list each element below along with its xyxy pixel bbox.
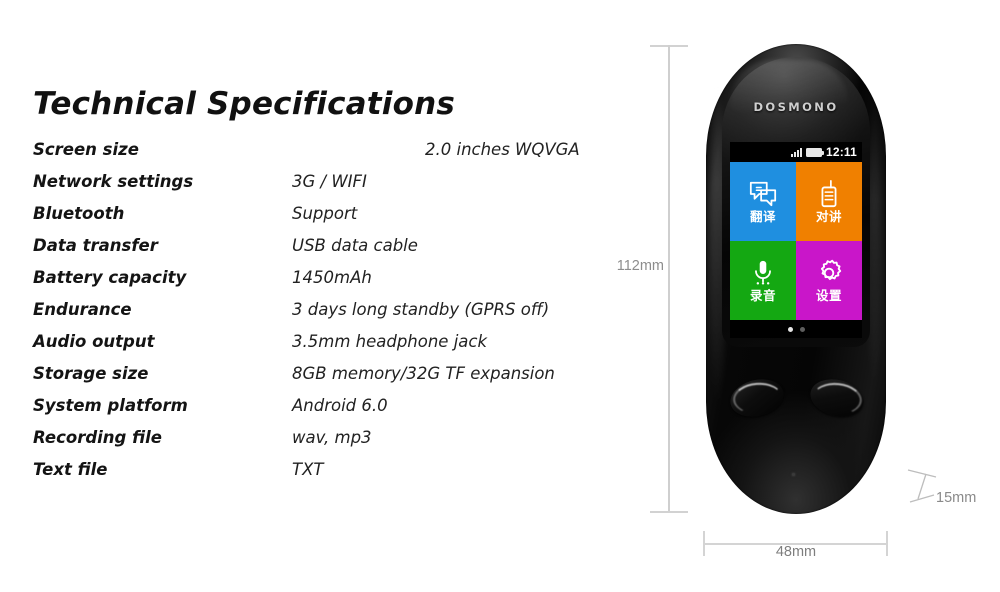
spec-row: Bluetooth Support [0,198,620,230]
tile-recording[interactable]: 录音 [730,241,796,320]
width-dimension-label: 48mm [775,544,817,560]
spec-label: Recording file [33,428,162,447]
spec-label: Data transfer [33,236,158,255]
microphone-icon [755,261,771,285]
tile-intercom[interactable]: 对讲 [796,162,862,241]
thickness-dimension-label: 15mm [936,490,977,506]
height-dimension-label: 112mm [616,258,664,274]
spec-row: Endurance 3 days long standby (GPRS off) [0,294,620,326]
spec-row: Audio output 3.5mm headphone jack [0,326,620,358]
width-dimension-cap-right [886,531,888,556]
spec-value: Support [292,204,358,223]
translator-device: DOSMONO 12:11 翻译 对讲 录音 设置 [706,44,886,514]
spec-row: Data transfer USB data cable [0,230,620,262]
gear-icon [820,260,842,281]
spec-value: 3 days long standby (GPRS off) [292,300,550,319]
spec-list: Screen size 2.0 inches WQVGA Network setti… [0,134,620,486]
spec-label: System platform [33,396,188,415]
brand-logo: DOSMONO [753,100,839,114]
tile-settings[interactable]: 设置 [796,241,862,320]
spec-label: Storage size [33,364,149,383]
thickness-dimension-marker [907,469,937,503]
spec-label: Screen size [33,140,139,159]
status-bar: 12:11 [730,142,862,162]
microphone-pinhole-icon [792,473,795,476]
tile-label: 设置 [815,288,842,304]
tile-label: 录音 [749,288,776,304]
signal-bars-icon [790,147,802,157]
device-illustration-panel: 112mm DOSMONO 12:11 翻译 对讲 录音 设置 48mm 15m… [617,0,1000,592]
height-dimension-tick-bottom [650,511,688,513]
home-tile-grid: 翻译 对讲 录音 设置 [730,162,862,320]
device-screen[interactable]: 12:11 翻译 对讲 录音 设置 [730,142,862,338]
spec-value: USB data cable [292,236,418,255]
spec-value: 2.0 inches WQVGA [425,140,580,159]
status-clock: 12:11 [825,145,857,159]
spec-row: Network settings 3G / WIFI [0,166,620,198]
spec-row: Screen size 2.0 inches WQVGA [0,134,620,166]
tile-label: 翻译 [749,209,776,225]
spec-value: wav, mp3 [292,428,372,447]
spec-value: 8GB memory/32G TF expansion [292,364,555,383]
spec-row: System platform Android 6.0 [0,390,620,422]
speech-bubbles-icon [749,182,777,207]
spec-value: Android 6.0 [292,396,388,415]
spec-value: TXT [292,460,324,479]
page-indicator [730,320,862,338]
spec-value: 3G / WIFI [292,172,367,191]
spec-label: Network settings [33,172,194,191]
spec-row: Recording file wav, mp3 [0,422,620,454]
height-dimension-line [668,45,670,513]
page-title: Technical Specifications [33,86,456,122]
spec-row: Storage size 8GB memory/32G TF expansion [0,358,620,390]
spec-label: Bluetooth [33,204,125,223]
tile-translate[interactable]: 翻译 [730,162,796,241]
spec-value: 1450mAh [292,268,372,287]
spec-label: Audio output [33,332,155,351]
spec-value: 3.5mm headphone jack [292,332,488,351]
spec-row: Battery capacity 1450mAh [0,262,620,294]
battery-icon [805,147,824,157]
spec-label: Text file [33,460,108,479]
page-dot-active[interactable] [787,326,793,332]
tile-label: 对讲 [815,209,842,225]
walkie-talkie-icon [821,180,837,208]
technical-specifications-panel: Technical Specifications Screen size 2.0 … [0,0,620,592]
spec-row: Text file TXT [0,454,620,486]
page-dot-inactive[interactable] [799,326,805,332]
spec-label: Endurance [33,300,132,319]
spec-label: Battery capacity [33,268,187,287]
